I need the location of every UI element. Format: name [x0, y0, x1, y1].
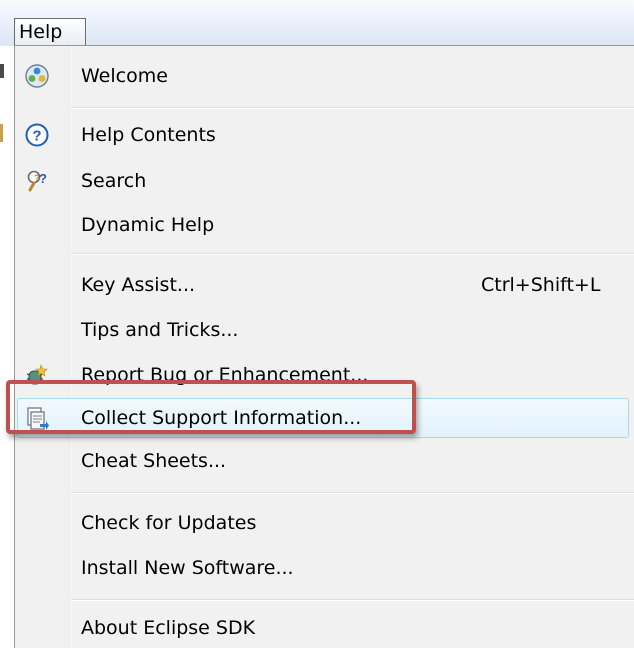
menu-item-label: Key Assist... [81, 274, 196, 296]
menu-separator [71, 107, 634, 109]
screenshot-stage: Help Welcome ? Help Contents ? ? Search … [0, 0, 634, 648]
window-edge-mark [0, 64, 4, 78]
menu-bar: Help [0, 0, 634, 46]
menu-item-label: Dynamic Help [81, 214, 215, 236]
menu-separator [71, 253, 634, 255]
support-info-icon [27, 407, 49, 430]
help-menu-button[interactable]: Help [14, 18, 86, 45]
menu-item-label: Tips and Tricks... [81, 319, 239, 341]
menu-item-label: Check for Updates [81, 512, 257, 534]
menu-item-welcome[interactable]: Welcome [15, 54, 634, 98]
menu-item-label: Install New Software... [81, 557, 294, 579]
menu-separator [71, 492, 634, 494]
menu-item-label: Welcome [81, 65, 168, 87]
window-edge-mark [0, 124, 3, 142]
help-question-icon: ? [25, 123, 49, 147]
menu-item-key-assist[interactable]: Key Assist... Ctrl+Shift+L [15, 263, 634, 307]
search-help-icon: ? ? [27, 170, 47, 192]
menu-item-collect-support[interactable]: Collect Support Information... [15, 396, 634, 440]
svg-text:?: ? [34, 173, 40, 183]
menu-item-label: About Eclipse SDK [81, 617, 256, 639]
menu-item-help-contents[interactable]: ? Help Contents [15, 113, 634, 157]
menu-item-about[interactable]: About Eclipse SDK [15, 606, 634, 648]
svg-text:?: ? [32, 128, 41, 145]
menu-item-dynamic-help[interactable]: Dynamic Help [15, 203, 634, 247]
menu-separator [71, 599, 634, 601]
menu-item-cheat-sheets[interactable]: Cheat Sheets... [15, 439, 634, 483]
menu-item-search[interactable]: ? ? Search [15, 159, 634, 203]
menu-item-check-updates[interactable]: Check for Updates [15, 501, 634, 545]
menu-item-label: Cheat Sheets... [81, 450, 227, 472]
bug-report-icon [26, 364, 48, 385]
menu-item-tips-and-tricks[interactable]: Tips and Tricks... [15, 308, 634, 352]
menu-item-label: Help Contents [81, 124, 216, 146]
help-dropdown-menu: Welcome ? Help Contents ? ? Search Dynam… [14, 45, 634, 648]
menu-item-install-software[interactable]: Install New Software... [15, 546, 634, 590]
menu-item-report-bug[interactable]: Report Bug or Enhancement... [15, 353, 634, 397]
menu-item-label: Search [81, 170, 147, 192]
svg-text:?: ? [39, 171, 47, 186]
menu-item-label: Collect Support Information... [81, 407, 362, 429]
menu-item-label: Report Bug or Enhancement... [81, 364, 369, 386]
keyboard-shortcut: Ctrl+Shift+L [481, 274, 601, 296]
welcome-globe-icon [25, 64, 49, 88]
